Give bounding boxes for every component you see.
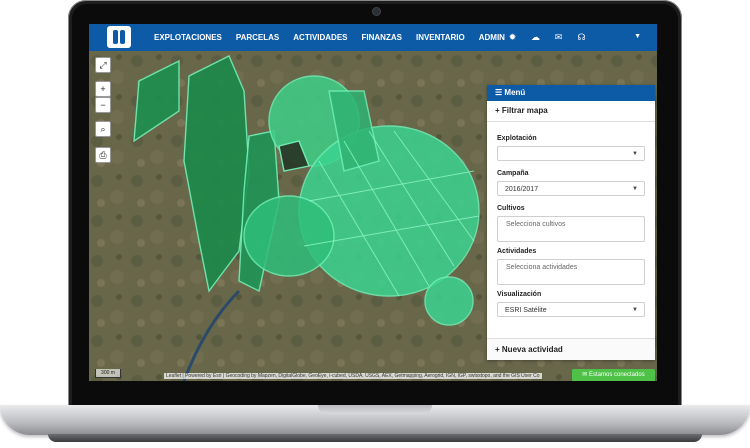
laptop-notch — [318, 405, 432, 414]
visualizacion-label: Visualización — [497, 291, 542, 298]
map-scale: 300 m — [95, 369, 121, 378]
nav-admin[interactable]: ADMIN — [472, 24, 512, 51]
plus-icon: + — [495, 345, 502, 354]
visualizacion-value: ESRI Satélite — [505, 307, 547, 314]
chat-bubble-icon: ✉ — [582, 372, 589, 378]
explotacion-label: Explotación — [497, 135, 537, 142]
nav-icons: ✹ ☁ ✉ ☊ — [507, 24, 587, 51]
chat-status-label: Estamos conectados — [589, 372, 645, 378]
screen: EXPLOTACIONES PARCELAS ACTIVIDADES FINAN… — [89, 24, 657, 381]
filter-toggle[interactable]: + Filtrar mapa — [487, 101, 655, 122]
nav-actividades[interactable]: ACTIVIDADES — [286, 24, 354, 51]
map-attribution: Leaflet | Powered by Esri | Geocoding by… — [164, 373, 542, 379]
nav-inventario[interactable]: INVENTARIO — [409, 24, 472, 51]
fullscreen-icon[interactable]: ⤢ — [95, 57, 111, 73]
chat-status-button[interactable]: ✉ Estamos conectados — [572, 369, 655, 381]
chevron-down-icon: ▼ — [632, 307, 638, 313]
search-icon[interactable]: ⌕ — [95, 121, 111, 137]
top-navbar: EXPLOTACIONES PARCELAS ACTIVIDADES FINAN… — [89, 24, 657, 51]
cultivos-input[interactable]: Selecciona cultivos — [497, 216, 645, 242]
campana-value: 2016/2017 — [505, 186, 539, 193]
plus-icon: + — [495, 106, 502, 115]
camera-icon — [373, 8, 380, 15]
satellite-map[interactable]: ⤢ + − ⌕ ⎙ ☰ Menú + Filtrar mapa Explotac… — [89, 51, 657, 381]
new-activity-button[interactable]: + Nueva actividad — [487, 338, 655, 360]
parcel-center-left[interactable] — [243, 195, 335, 277]
explotacion-select[interactable]: ▼ — [497, 146, 645, 161]
main-nav: EXPLOTACIONES PARCELAS ACTIVIDADES FINAN… — [147, 24, 512, 51]
nav-parcelas[interactable]: PARCELAS — [229, 24, 286, 51]
cultivos-label: Cultivos — [497, 205, 525, 212]
print-icon[interactable]: ⎙ — [95, 147, 111, 163]
parcel-south-circle[interactable] — [424, 276, 474, 326]
visualizacion-select[interactable]: ESRI Satélite ▼ — [497, 302, 645, 317]
campana-label: Campaña — [497, 170, 529, 177]
laptop-foot — [48, 434, 702, 442]
chat-icon[interactable]: ✉ — [553, 32, 564, 43]
menu-panel: ☰ Menú + Filtrar mapa Explotación ▼ Camp… — [487, 85, 655, 360]
nav-explotaciones[interactable]: EXPLOTACIONES — [147, 24, 229, 51]
headset-icon[interactable]: ☊ — [576, 32, 587, 43]
actividades-input[interactable]: Selecciona actividades — [497, 259, 645, 285]
laptop-frame: EXPLOTACIONES PARCELAS ACTIVIDADES FINAN… — [0, 0, 750, 448]
zoom-out-button[interactable]: − — [95, 97, 111, 113]
nav-finanzas[interactable]: FINANZAS — [355, 24, 409, 51]
bug-icon[interactable]: ✹ — [507, 32, 518, 43]
chevron-down-icon: ▼ — [632, 151, 638, 157]
new-activity-label: Nueva actividad — [501, 345, 563, 354]
app-logo[interactable] — [107, 26, 131, 48]
panel-title: Menú — [504, 88, 526, 97]
chevron-down-icon: ▼ — [632, 186, 638, 192]
list-icon: ☰ — [495, 88, 505, 97]
actividades-label: Actividades — [497, 248, 537, 255]
filter-label: Filtrar mapa — [501, 106, 548, 115]
user-menu-caret-icon[interactable]: ▼ — [634, 33, 641, 40]
weather-icon[interactable]: ☁ — [530, 32, 541, 43]
zoom-in-button[interactable]: + — [95, 81, 111, 97]
panel-header: ☰ Menú — [487, 85, 655, 101]
campana-select[interactable]: 2016/2017 ▼ — [497, 181, 645, 196]
